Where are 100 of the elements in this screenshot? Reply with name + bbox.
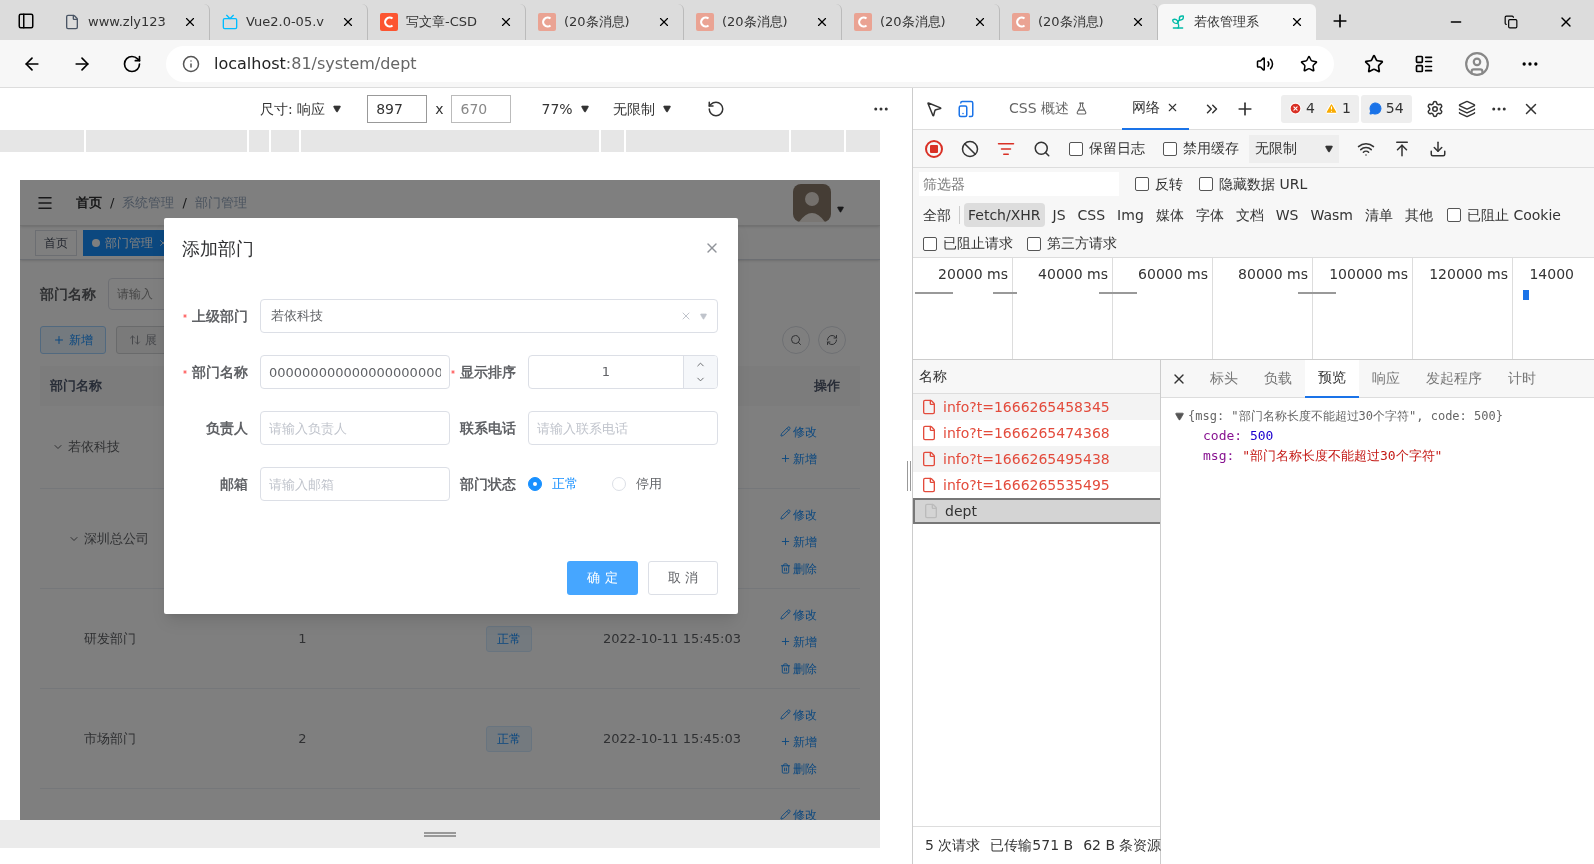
preview-summary: {msg: "部门名称长度不能超过30个字符", code: 500}	[1188, 408, 1503, 425]
record-icon[interactable]	[925, 139, 943, 158]
request-row[interactable]: info?t=1666265458345	[913, 394, 1160, 420]
file-icon	[921, 451, 937, 467]
close-icon[interactable]	[341, 15, 355, 29]
restore-icon[interactable]	[1504, 15, 1518, 29]
detail-tab[interactable]: 响应	[1359, 359, 1413, 398]
devtools-tab[interactable]: CSS 概述	[999, 87, 1098, 130]
request-row[interactable]: info?t=1666265495438	[913, 446, 1160, 472]
type-filter[interactable]: Img	[1113, 203, 1148, 227]
close-icon[interactable]	[499, 15, 513, 29]
throttle-select[interactable]: 无限制	[612, 98, 671, 120]
device-icon[interactable]	[957, 99, 975, 118]
messages-badge[interactable]: 54	[1360, 94, 1412, 123]
request-row[interactable]: dept	[913, 498, 1160, 524]
read-aloud-icon[interactable]	[1256, 54, 1274, 73]
pencil-icon	[780, 809, 791, 820]
issues-badge[interactable]: 4 1	[1281, 94, 1359, 123]
checkbox[interactable]	[1199, 177, 1213, 191]
add-favorite-icon[interactable]	[1300, 54, 1318, 73]
reload-icon[interactable]	[122, 53, 142, 74]
close-icon[interactable]	[973, 15, 987, 29]
width-field[interactable]: 897	[367, 95, 428, 123]
zoom-select[interactable]: 77%	[541, 98, 589, 120]
detail-tab[interactable]: 发起程序	[1413, 359, 1495, 398]
close-icon[interactable]	[1166, 101, 1179, 114]
tab-title: (20条消息)	[880, 13, 947, 32]
text-field[interactable]: 000000000000000000000	[260, 355, 450, 389]
dimensions-select[interactable]: 尺寸: 响应	[260, 98, 342, 120]
cancel-button[interactable]: 取 消	[648, 561, 718, 595]
type-filter[interactable]: 其他	[1400, 203, 1437, 227]
search-label: 部门名称	[40, 284, 96, 304]
caret-icon[interactable]	[837, 206, 844, 213]
type-filter[interactable]: Fetch/XHR	[964, 203, 1045, 227]
warning-icon	[1324, 102, 1338, 115]
text-field[interactable]: 请输入联系电话	[528, 411, 718, 445]
field-label: 部门状态	[460, 474, 516, 494]
table-cell-text: 研发部门	[84, 629, 136, 648]
checkbox[interactable]	[1163, 141, 1177, 156]
type-filter[interactable]: 字体	[1191, 203, 1228, 227]
type-filter[interactable]: CSS	[1073, 203, 1110, 227]
message-icon	[1368, 102, 1382, 115]
checkbox[interactable]	[923, 236, 937, 251]
url-text: localhost:81/system/dept	[214, 52, 417, 75]
type-filter[interactable]: Wasm	[1306, 203, 1357, 227]
search-icon	[790, 334, 802, 346]
close-icon[interactable]	[657, 15, 671, 29]
inspect-icon[interactable]	[925, 99, 943, 118]
export-icon[interactable]	[1429, 139, 1447, 158]
checkbox-label: 反转	[1155, 174, 1183, 194]
select-field[interactable]: 若依科技	[260, 299, 718, 333]
height-field[interactable]: 670	[451, 95, 512, 123]
detail-tab[interactable]: 计时	[1495, 359, 1549, 398]
plus-icon	[780, 453, 791, 464]
type-filter[interactable]: 文档	[1231, 203, 1268, 227]
info-icon[interactable]	[182, 54, 200, 73]
tag-tab[interactable]: 首页	[35, 229, 77, 256]
type-filter[interactable]: WS	[1271, 203, 1303, 227]
address-bar[interactable]: localhost:81/system/dept	[166, 45, 1334, 82]
detail-tab[interactable]: 负载	[1251, 359, 1305, 398]
rotate-icon[interactable]	[706, 100, 725, 118]
settings-icon[interactable]	[1425, 99, 1444, 118]
detail-tab[interactable]: 标头	[1197, 359, 1251, 398]
close-icon[interactable]	[1290, 15, 1304, 29]
checkbox[interactable]	[1027, 236, 1041, 251]
avatar[interactable]	[793, 183, 831, 222]
column-header: 部门名称	[49, 377, 102, 396]
throttle-select[interactable]: 无限制	[1249, 134, 1339, 163]
close-icon[interactable]	[815, 15, 829, 29]
browser-tab[interactable]: 若依管理系	[1158, 4, 1316, 40]
checkbox[interactable]	[1446, 208, 1461, 222]
checkbox[interactable]	[1069, 141, 1083, 156]
type-filter[interactable]: 清单	[1360, 203, 1397, 227]
type-filter[interactable]: 媒体	[1151, 203, 1188, 227]
text-field[interactable]: 请输入邮箱	[260, 467, 450, 501]
expand-icon[interactable]	[1175, 411, 1184, 421]
breadcrumb-item[interactable]: 首页	[76, 192, 102, 213]
close-icon[interactable]	[1131, 15, 1145, 29]
connect-icon[interactable]	[1457, 99, 1476, 118]
split-handle[interactable]	[907, 461, 911, 491]
checkbox-label: 隐藏数据 URL	[1219, 174, 1308, 194]
table-cell-text: 2	[298, 729, 307, 748]
favorites-icon[interactable]	[1364, 53, 1384, 74]
text-field[interactable]: 请输入负责人	[260, 411, 450, 445]
pencil-icon	[780, 609, 791, 620]
radio-button[interactable]	[528, 477, 542, 491]
close-icon[interactable]	[183, 15, 197, 29]
type-filter[interactable]: JS	[1048, 203, 1070, 227]
type-filter[interactable]: 全部	[919, 203, 955, 227]
profile-icon[interactable]	[1464, 50, 1490, 77]
caret-icon	[333, 105, 342, 113]
tab-actions-icon[interactable]	[17, 12, 35, 30]
checkbox[interactable]	[1135, 177, 1149, 191]
detail-tab[interactable]: 预览	[1305, 359, 1359, 398]
import-icon[interactable]	[1393, 139, 1411, 158]
plus-icon	[780, 536, 791, 547]
search-icon[interactable]	[1033, 139, 1051, 158]
clear-icon[interactable]	[961, 139, 979, 158]
collections-icon[interactable]	[1414, 53, 1434, 74]
filter-field[interactable]: 筛选器	[919, 172, 1119, 196]
